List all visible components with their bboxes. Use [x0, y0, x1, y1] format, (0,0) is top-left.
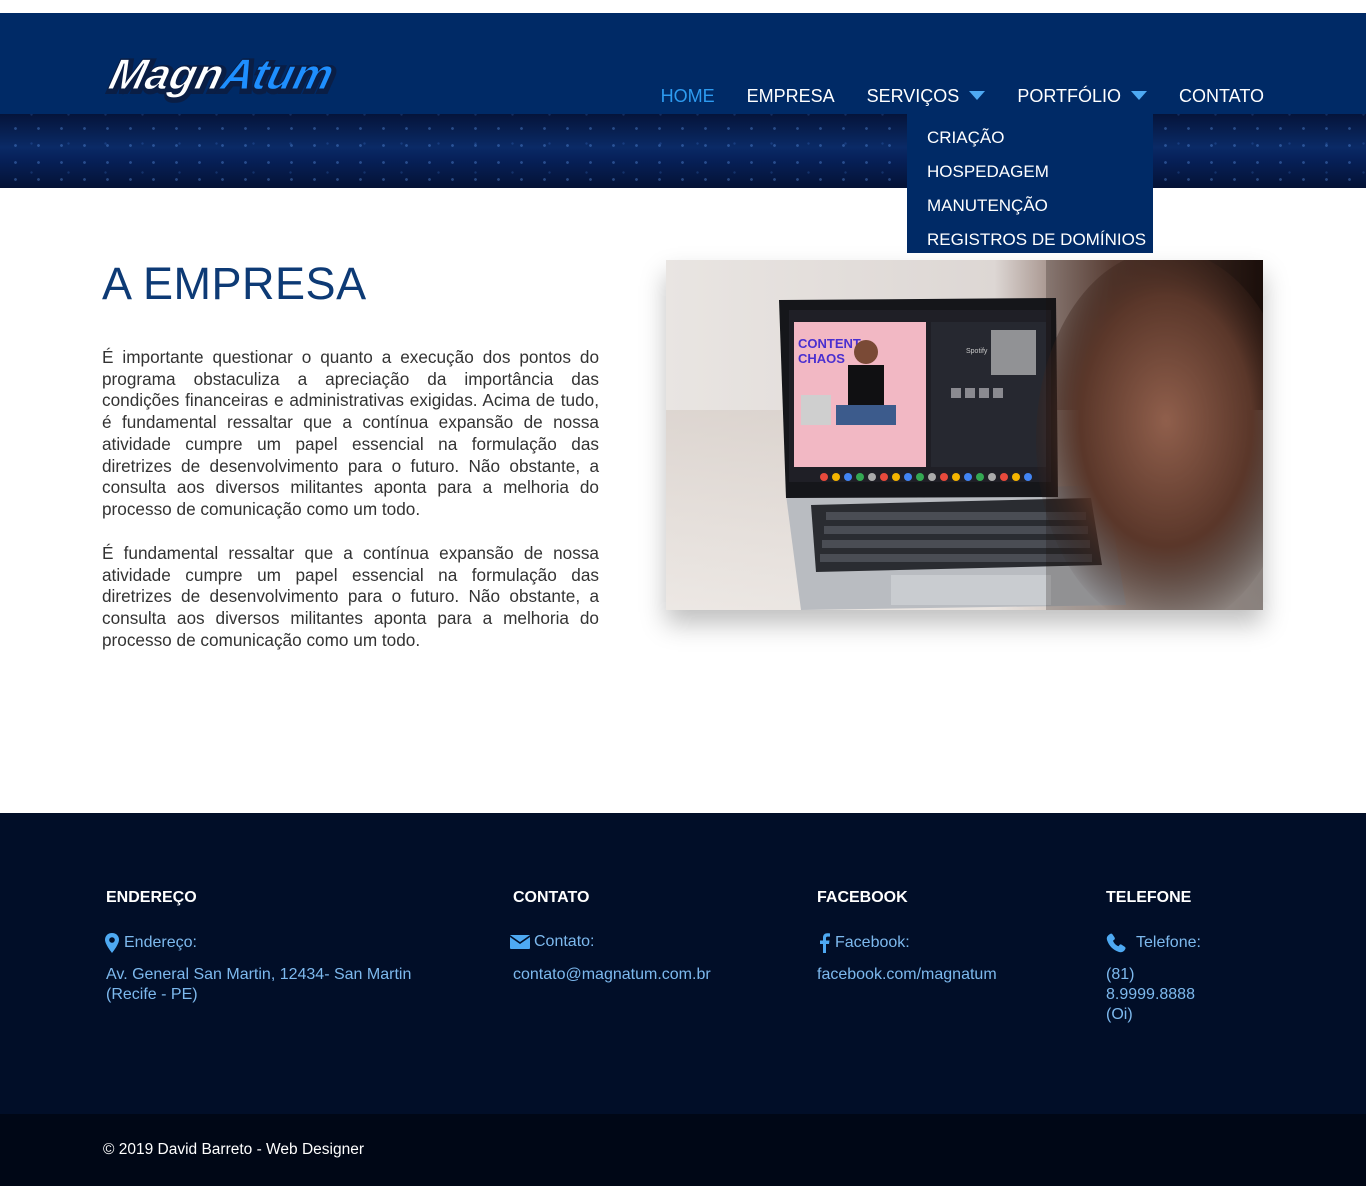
footer-address-label: Endereço:: [124, 934, 197, 951]
copyright-text: © 2019 David Barreto - Web Designer: [103, 1141, 364, 1158]
page-title: A EMPRESA: [102, 258, 367, 309]
footer-heading-address: ENDEREÇO: [106, 889, 197, 906]
dropdown-item-registros-de-dominios[interactable]: REGISTROS DE DOMÍNIOS: [927, 226, 1153, 260]
site-header: MagnAtum MagnAtum HOME EMPRESA SERVIÇOS …: [0, 13, 1366, 114]
nav-servicos-label: SERVIÇOS: [866, 85, 960, 106]
footer-heading-facebook: FACEBOOK: [817, 889, 908, 906]
caret-down-icon: [1131, 90, 1147, 100]
copyright-bar: © 2019 David Barreto - Web Designer: [0, 1114, 1366, 1186]
site-footer: ENDEREÇO Endereço: Av. General San Marti…: [0, 813, 1366, 1114]
logo-text: MagnAtum: [105, 51, 339, 99]
footer-contact-label-row: Contato:: [510, 933, 594, 951]
nav-portfolio-label: PORTFÓLIO: [1017, 85, 1121, 106]
dropdown-item-manutencao[interactable]: MANUTENÇÃO: [927, 192, 1153, 226]
footer-facebook-label-row: Facebook:: [817, 933, 910, 953]
phone-icon: [1106, 933, 1126, 953]
footer-phone-label: Telefone:: [1136, 934, 1201, 951]
footer-address-label-row: Endereço:: [104, 933, 197, 953]
nav-empresa-label: EMPRESA: [746, 85, 835, 106]
nav-contato[interactable]: CONTATO: [1179, 86, 1264, 107]
magnatum-logo[interactable]: MagnAtum MagnAtum: [105, 49, 385, 105]
footer-contact-label: Contato:: [534, 933, 595, 950]
footer-facebook-label: Facebook:: [835, 934, 910, 951]
footer-heading-contact: CONTATO: [513, 889, 590, 906]
footer-phone-value[interactable]: (81) 8.9999.8888 (Oi): [1106, 965, 1195, 1025]
nav-empresa[interactable]: EMPRESA: [747, 86, 835, 107]
footer-contact-email-link[interactable]: contato@magnatum.com.br: [513, 965, 711, 985]
laptop-photo: CONTENT CHAOS Spotify: [666, 260, 1263, 610]
footer-address-value: Av. General San Martin, 12434- San Marti…: [106, 966, 412, 1003]
hero-banner: [0, 114, 1366, 188]
intro-paragraph-2: É fundamental ressaltar que a contínua e…: [102, 543, 599, 650]
map-pin-icon: [105, 933, 119, 953]
screen-title-line1: CONTENT: [798, 336, 861, 351]
nav-portfolio[interactable]: PORTFÓLIO: [1017, 86, 1147, 107]
footer-facebook-link[interactable]: facebook.com/magnatum: [817, 965, 997, 985]
intro-paragraph-1: É importante questionar o quanto a execu…: [102, 347, 599, 519]
caret-down-icon: [969, 90, 986, 100]
nav-servicos[interactable]: SERVIÇOS: [867, 86, 986, 107]
nav-home-label: HOME: [660, 85, 715, 106]
envelope-icon: [510, 935, 530, 949]
footer-heading-phone: TELEFONE: [1106, 889, 1192, 906]
nav-contato-label: CONTATO: [1179, 85, 1264, 106]
servicos-dropdown-menu: CRIAÇÃO HOSPEDAGEM MANUTENÇÃO REGISTROS …: [907, 114, 1153, 253]
main-nav: HOME EMPRESA SERVIÇOS PORTFÓLIO CONTATO: [629, 73, 1264, 119]
logo-text-atum: Atum: [216, 51, 339, 99]
logo-text-magn: Magn: [105, 51, 229, 99]
screen-app-name: Spotify: [966, 348, 988, 355]
nav-home[interactable]: HOME: [661, 86, 715, 107]
dropdown-item-criacao[interactable]: CRIAÇÃO: [927, 124, 1153, 158]
dropdown-item-hospedagem[interactable]: HOSPEDAGEM: [927, 158, 1153, 192]
facebook-icon: [820, 933, 830, 953]
footer-phone-label-row: Telefone:: [1106, 933, 1201, 953]
screen-title-line2: CHAOS: [798, 351, 845, 366]
